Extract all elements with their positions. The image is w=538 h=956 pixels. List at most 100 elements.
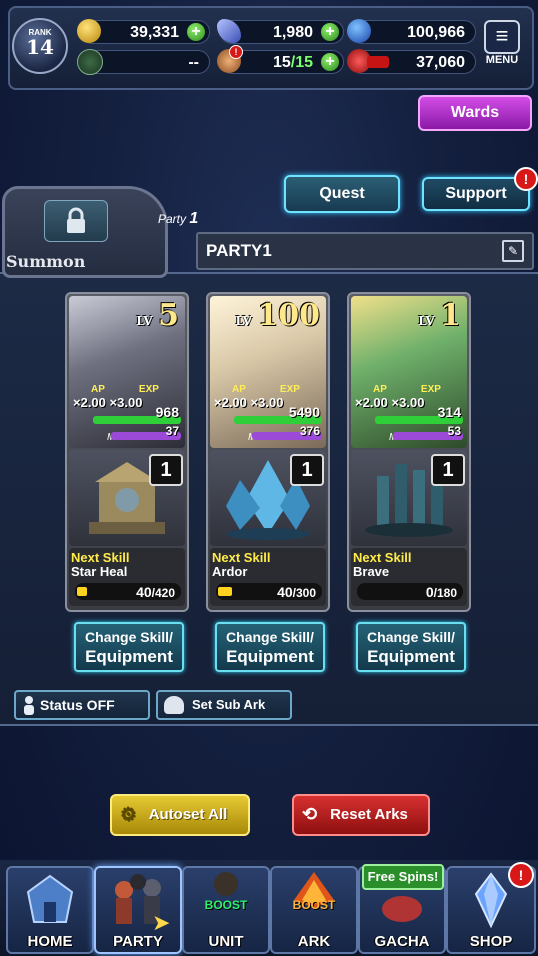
stamina-alert-icon: !: [229, 45, 243, 59]
unit-portrait[interactable]: LV 5 APEXP ×2.00 ×3.00 HP 968 MP 37: [69, 296, 185, 448]
unit-portrait[interactable]: LV 1 APEXP ×2.00 ×3.00 HP 314 MP 53: [351, 296, 467, 448]
hp-value: 5490: [288, 404, 320, 420]
next-skill-label: Next Skill: [353, 550, 412, 565]
level-label: LV: [418, 314, 435, 328]
add-gold-button[interactable]: +: [187, 23, 205, 41]
exp-multiplier: ×3.00: [391, 395, 425, 410]
unit-portrait[interactable]: LV 100 APEXP ×2.00 ×3.00 HP 5490 MP 376: [210, 296, 326, 448]
helmet-icon: [164, 696, 184, 714]
unit-level: LV 1: [418, 298, 461, 333]
exp-label: EXP: [420, 384, 441, 395]
change-skill-button-2[interactable]: Change Skill/ Equipment: [215, 622, 325, 672]
change-skill-line2: Equipment: [226, 647, 314, 666]
nav-party-label: PARTY: [113, 933, 163, 950]
red-bar: [367, 56, 389, 68]
level-value: 1: [440, 298, 461, 333]
unit-character-icon: [214, 872, 238, 896]
unit-card-2[interactable]: LV 100 APEXP ×2.00 ×3.00 HP 5490 MP 376 …: [206, 292, 330, 612]
progress-max: /300: [292, 586, 316, 600]
progress-current: 40: [136, 584, 152, 600]
party-name-bar[interactable]: PARTY1 ✎: [196, 232, 534, 270]
wards-button[interactable]: Wards: [418, 95, 532, 131]
menu-label: MENU: [485, 54, 519, 66]
unit-card-3[interactable]: LV 1 APEXP ×2.00 ×3.00 HP 314 MP 53 1 Ne…: [347, 292, 471, 612]
nav-ark[interactable]: BOOST ARK: [270, 866, 358, 954]
gold-coin-icon: [77, 19, 101, 43]
home-castle-icon: [26, 874, 74, 923]
next-skill-box: Next Skill Ardor 40/300: [210, 548, 326, 606]
change-skill-line1: Change Skill/: [367, 629, 455, 645]
mp-value: 53: [447, 424, 461, 438]
nav-unit[interactable]: BOOST UNIT: [182, 866, 270, 954]
autoset-all-button[interactable]: ⚙ Autoset All: [110, 794, 250, 836]
nav-party[interactable]: ➤ PARTY: [94, 866, 182, 954]
summon-lock-slot[interactable]: [44, 200, 108, 242]
change-skill-button-1[interactable]: Change Skill/ Equipment: [74, 622, 184, 672]
quest-button[interactable]: Quest: [284, 175, 400, 213]
ap-label: AP: [91, 384, 105, 395]
progress-text: 0/180: [426, 584, 457, 600]
gold-value: 39,331: [130, 24, 179, 41]
menu-button[interactable]: ≡ MENU: [482, 20, 522, 66]
red-counter: 37,060: [347, 49, 476, 74]
ap-label: AP: [373, 384, 387, 395]
rank-badge[interactable]: RANK 14: [12, 18, 68, 74]
gacha-orb-icon: [382, 896, 422, 922]
red-value: 37,060: [416, 54, 465, 71]
nav-shop-label: SHOP: [469, 933, 513, 950]
hp-value: 314: [437, 404, 461, 420]
party-tag: Party 1: [158, 210, 198, 228]
crystal-value: 1,980: [272, 24, 313, 41]
add-crystal-button[interactable]: +: [321, 23, 339, 41]
summon-label: Summon: [6, 252, 86, 271]
ark-count: 1: [149, 454, 183, 486]
progress-max: /420: [151, 586, 175, 600]
skill-name: Ardor: [212, 564, 248, 579]
mp-value: 376: [299, 424, 320, 438]
exp-multiplier: ×3.00: [250, 395, 284, 410]
autoset-label: Autoset All: [148, 806, 228, 823]
skill-name: Brave: [353, 564, 390, 579]
sword-emblem-icon: [77, 49, 103, 75]
change-skill-button-3[interactable]: Change Skill/ Equipment: [356, 622, 466, 672]
exp-multiplier: ×3.00: [109, 395, 143, 410]
nav-unit-label: UNIT: [208, 933, 244, 950]
status-toggle-button[interactable]: Status OFF: [14, 690, 150, 720]
set-sub-ark-button[interactable]: Set Sub Ark: [156, 690, 292, 720]
orb-value: 100,966: [407, 24, 465, 41]
add-stamina-button[interactable]: +: [321, 53, 339, 71]
rank-value: 14: [26, 35, 54, 59]
change-skill-line2: Equipment: [367, 647, 455, 666]
reset-arrow-icon: ⟲: [302, 804, 318, 824]
party-tag-number: 1: [189, 210, 199, 227]
level-value: 100: [257, 298, 320, 333]
ap-multiplier: ×2.00: [355, 395, 388, 410]
progress-current: 0: [425, 584, 434, 600]
exp-label: EXP: [138, 384, 159, 395]
guild-value: --: [188, 54, 199, 71]
progress-current: 40: [277, 584, 293, 600]
change-skill-line1: Change Skill/: [226, 629, 314, 645]
edit-icon[interactable]: ✎: [502, 240, 524, 262]
blue-orb-icon: [347, 19, 371, 43]
orb-counter: 100,966: [347, 19, 476, 44]
unit-card-1[interactable]: LV 5 APEXP ×2.00 ×3.00 HP 968 MP 37 1 Ne…: [65, 292, 189, 612]
level-value: 5: [158, 298, 179, 333]
ark-count: 1: [290, 454, 324, 486]
skill-name: Star Heal: [71, 564, 128, 579]
unit-level: LV 100: [235, 298, 320, 333]
ark-boost-label: BOOST: [292, 898, 336, 912]
stamina-value: 15/15: [273, 54, 313, 72]
level-label: LV: [136, 314, 153, 328]
reset-arks-button[interactable]: ⟲ Reset Arks: [292, 794, 430, 836]
ap-multiplier: ×2.00: [73, 395, 106, 410]
nav-home[interactable]: HOME: [6, 866, 94, 954]
sub-ark-label: Set Sub Ark: [192, 697, 266, 712]
next-skill-label: Next Skill: [212, 550, 271, 565]
unit-boost-label: BOOST: [204, 898, 248, 912]
progress-fill: [77, 587, 87, 596]
nav-home-label: HOME: [27, 933, 73, 950]
guild-counter: --: [77, 49, 210, 75]
progress-text: 40/300: [277, 584, 316, 600]
gold-counter: 39,331 +: [77, 19, 210, 44]
